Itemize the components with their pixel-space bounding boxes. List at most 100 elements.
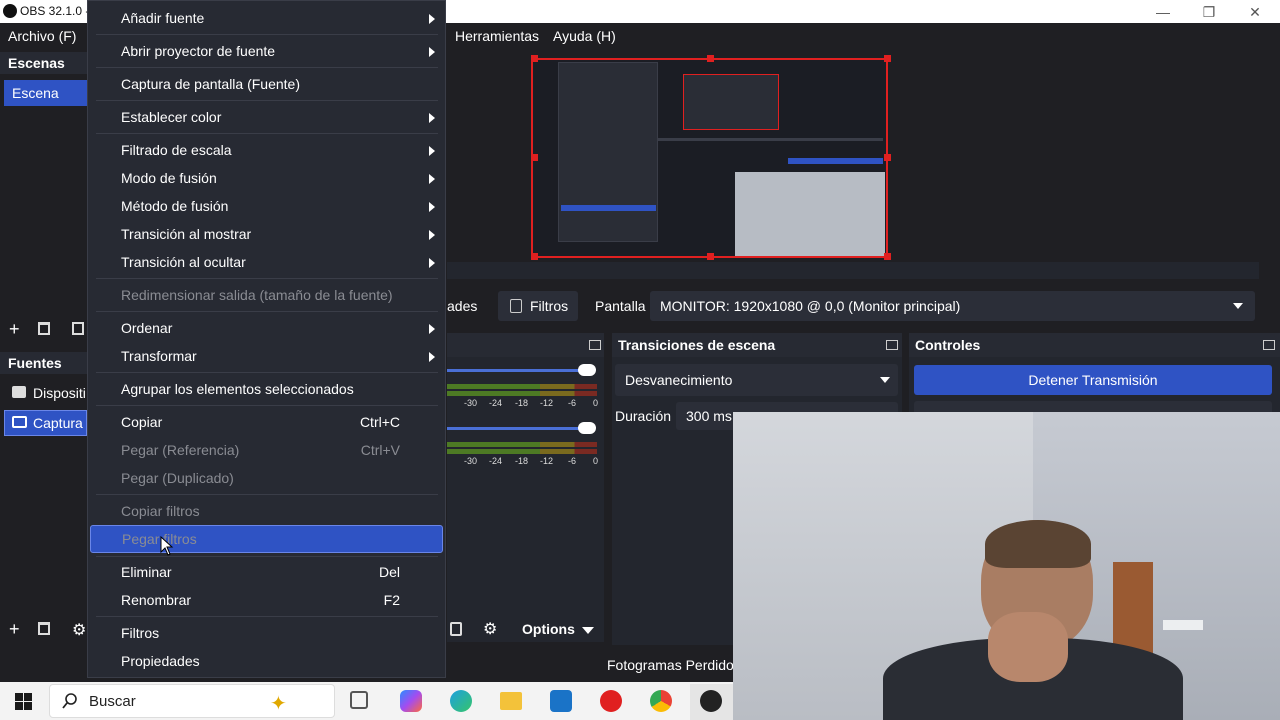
- preview-canvas[interactable]: [531, 58, 888, 258]
- mouse-cursor-icon: [160, 536, 174, 556]
- monitor-icon: [12, 416, 27, 428]
- ctx-item-blend-mode[interactable]: Modo de fusión: [88, 165, 445, 191]
- menu-ayuda[interactable]: Ayuda (H): [553, 28, 616, 44]
- ctx-item-properties[interactable]: Propiedades: [88, 648, 445, 674]
- gear-icon[interactable]: ⚙: [72, 620, 86, 640]
- minimize-icon[interactable]: —: [1140, 2, 1186, 22]
- resize-handle[interactable]: [531, 55, 538, 62]
- ctx-item-filters[interactable]: Filtros: [88, 620, 445, 646]
- menu-archivo[interactable]: Archivo (F): [8, 28, 76, 44]
- resize-handle[interactable]: [884, 55, 891, 62]
- resize-handle[interactable]: [884, 154, 891, 161]
- source-item-dispositivo[interactable]: Dispositi: [33, 385, 86, 401]
- copilot-icon[interactable]: [400, 690, 422, 712]
- dock-float-icon[interactable]: [886, 340, 898, 350]
- scenes-dock-title: Escenas: [0, 52, 87, 74]
- add-source-icon[interactable]: +: [9, 619, 20, 640]
- nested-webcam-thumbnail: [735, 172, 885, 256]
- submenu-arrow-icon: [429, 352, 435, 362]
- resize-handle[interactable]: [707, 253, 714, 260]
- duration-label: Duración: [615, 408, 672, 424]
- trash-icon[interactable]: [38, 622, 50, 635]
- webcam-overlay: [733, 412, 1280, 720]
- submenu-arrow-icon: [429, 47, 435, 57]
- volume-slider-handle[interactable]: [578, 422, 596, 434]
- mixer-layout-icon[interactable]: [450, 622, 462, 636]
- audio-meter: [447, 442, 597, 447]
- ctx-item-group[interactable]: Agrupar los elementos seleccionados: [88, 376, 445, 402]
- properties-button-partial[interactable]: ades: [447, 291, 477, 321]
- edge-icon[interactable]: [450, 690, 472, 712]
- scene-filter-icon[interactable]: [72, 322, 84, 335]
- camera-icon: [12, 386, 26, 398]
- volume-slider[interactable]: [447, 427, 587, 430]
- ctx-item-show-transition[interactable]: Transición al mostrar: [88, 221, 445, 247]
- file-explorer-icon[interactable]: [500, 692, 522, 710]
- dock-float-icon[interactable]: [1263, 340, 1275, 350]
- task-view-icon[interactable]: [350, 691, 368, 709]
- search-icon: [62, 693, 77, 709]
- separator: [96, 311, 438, 312]
- taskbar: Buscar ✦: [0, 682, 733, 720]
- trash-icon[interactable]: [38, 322, 50, 335]
- window-title: OBS 32.1.0 -: [20, 4, 90, 18]
- volume-slider-handle[interactable]: [578, 364, 596, 376]
- ctx-item-resize-output: Redimensionar salida (tamaño de la fuent…: [121, 287, 393, 303]
- outlook-icon[interactable]: [550, 690, 572, 712]
- ctx-item-transform[interactable]: Transformar: [88, 343, 445, 369]
- ctx-item-rename[interactable]: Renombrar F2: [88, 587, 445, 613]
- separator: [96, 133, 438, 134]
- dock-float-icon[interactable]: [589, 340, 601, 350]
- separator: [96, 616, 438, 617]
- volume-slider[interactable]: [447, 369, 587, 372]
- chevron-down-icon[interactable]: [582, 627, 594, 634]
- add-scene-icon[interactable]: +: [9, 319, 20, 340]
- obs-logo-icon: [3, 4, 17, 18]
- ctx-item-add-source[interactable]: Añadir fuente: [88, 5, 445, 31]
- taskbar-search[interactable]: Buscar ✦: [49, 684, 335, 718]
- resize-handle[interactable]: [884, 253, 891, 260]
- transition-select[interactable]: Desvanecimiento: [615, 364, 898, 396]
- media-player-icon[interactable]: [600, 690, 622, 712]
- ctx-item-paste-filters[interactable]: Pegar filtros: [90, 525, 443, 553]
- ctx-item-open-projector[interactable]: Abrir proyector de fuente: [88, 38, 445, 64]
- ctx-item-hide-transition[interactable]: Transición al ocultar: [88, 249, 445, 275]
- restore-icon[interactable]: ❐: [1186, 2, 1232, 22]
- ctx-item-scale-filter[interactable]: Filtrado de escala: [88, 137, 445, 163]
- resize-handle[interactable]: [531, 253, 538, 260]
- audio-meter: [447, 391, 597, 396]
- ctx-item-delete[interactable]: Eliminar Del: [88, 559, 445, 585]
- ctx-item-copy[interactable]: Copiar Ctrl+C: [88, 409, 445, 435]
- search-placeholder: Buscar: [89, 693, 136, 710]
- ctx-item-order[interactable]: Ordenar: [88, 315, 445, 341]
- start-recording-button[interactable]: [914, 401, 1272, 412]
- filters-button[interactable]: Filtros: [498, 291, 579, 321]
- mixer-dock-head: [447, 333, 604, 357]
- controls-dock-title: Controles: [909, 333, 1280, 357]
- submenu-arrow-icon: [429, 324, 435, 334]
- separator: [96, 494, 438, 495]
- ctx-item-screenshot[interactable]: Captura de pantalla (Fuente): [88, 71, 445, 97]
- ctx-item-set-color[interactable]: Establecer color: [88, 104, 445, 130]
- monitor-select[interactable]: MONITOR: 1920x1080 @ 0,0 (Monitor princi…: [650, 291, 1255, 321]
- filters-label: Filtros: [530, 298, 569, 314]
- hand: [988, 612, 1068, 682]
- options-button[interactable]: Options: [522, 621, 575, 637]
- scene-item[interactable]: Escena: [4, 80, 87, 106]
- transition-value: Desvanecimiento: [625, 372, 733, 388]
- close-icon[interactable]: ✕: [1232, 2, 1278, 22]
- scenes-list[interactable]: [0, 74, 87, 314]
- sources-dock-title: Fuentes: [0, 352, 87, 374]
- audio-meter: [447, 449, 597, 454]
- obs-icon[interactable]: [700, 690, 722, 712]
- audio-meter: [447, 384, 597, 389]
- resize-handle[interactable]: [707, 55, 714, 62]
- windows-start-icon[interactable]: [15, 693, 32, 710]
- stop-streaming-button[interactable]: Detener Transmisión: [914, 365, 1272, 395]
- preview-scrollbar[interactable]: [447, 262, 1259, 279]
- menu-herramientas[interactable]: Herramientas: [455, 28, 539, 44]
- ctx-item-blend-method[interactable]: Método de fusión: [88, 193, 445, 219]
- resize-handle[interactable]: [531, 154, 538, 161]
- chrome-icon[interactable]: [650, 690, 672, 712]
- gear-icon[interactable]: ⚙: [483, 619, 497, 639]
